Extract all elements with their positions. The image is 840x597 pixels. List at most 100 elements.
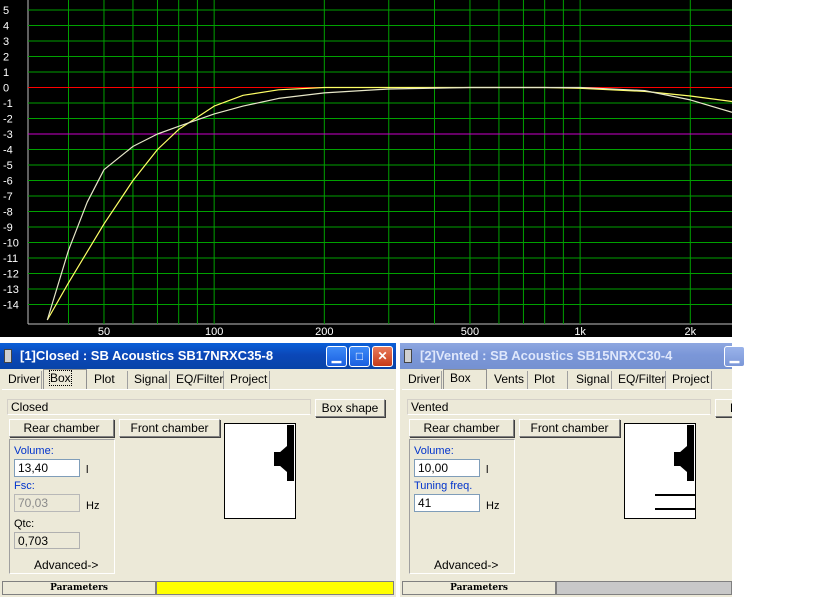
- y-tick-label: -10: [3, 238, 19, 250]
- y-tick-label: 5: [3, 5, 9, 17]
- y-tick-label: -1: [3, 98, 13, 110]
- tuning-freq-label: Tuning freq.: [414, 480, 473, 492]
- response-curve-closed: [46, 86, 732, 321]
- box-type-field: Vented: [407, 399, 711, 415]
- window1-tabs: Driver Box Plot Signal EQ/Filter Project: [0, 369, 396, 389]
- x-tick-label: 2k: [684, 326, 696, 337]
- vent-line-top: [655, 494, 695, 496]
- y-tick-label: 1: [3, 67, 9, 79]
- box-type-field: Closed: [7, 399, 311, 415]
- window2-tabs: Driver Box Vents Plot Signal EQ/Filter P…: [400, 369, 732, 389]
- volume-input[interactable]: 10,00: [414, 459, 480, 477]
- speaker-driver-icon: [274, 425, 294, 481]
- tab-label: Driver: [8, 372, 40, 386]
- tab-driver[interactable]: Driver: [402, 371, 442, 389]
- x-tick-label: 200: [315, 326, 333, 337]
- tab-plot[interactable]: Plot: [528, 371, 568, 389]
- y-tick-label: -8: [3, 207, 13, 219]
- box-shape-button[interactable]: B: [715, 399, 732, 417]
- vented-box-diagram: [624, 423, 696, 519]
- tab-eq-filter[interactable]: EQ/Filter: [170, 371, 224, 389]
- tab-project[interactable]: Project: [224, 371, 270, 389]
- tab-signal[interactable]: Signal: [128, 371, 170, 389]
- close-icon[interactable]: ✕: [372, 346, 393, 367]
- minimize-icon[interactable]: ▁: [326, 346, 347, 367]
- tab-vents[interactable]: Vents: [488, 371, 528, 389]
- tab-project[interactable]: Project: [666, 371, 712, 389]
- advanced-button[interactable]: Advanced->: [434, 558, 498, 572]
- window1-title: [1]Closed : SB Acoustics SB17NRXC35-8: [20, 348, 274, 363]
- y-tick-label: -9: [3, 222, 13, 234]
- rear-chamber-button[interactable]: Rear chamber: [9, 419, 114, 437]
- fsc-unit: Hz: [86, 500, 100, 512]
- speaker-driver-icon: [655, 425, 695, 510]
- vent-line-bottom: [655, 508, 695, 510]
- qtc-value: 0,703: [14, 532, 80, 549]
- rear-chamber-group: Volume: 10,00 l Tuning freq. 41 Hz Advan…: [409, 439, 515, 574]
- tab-eq-filter[interactable]: EQ/Filter: [612, 371, 666, 389]
- window1-titlebar[interactable]: [1]Closed : SB Acoustics SB17NRXC35-8 ▁ …: [0, 343, 396, 369]
- y-tick-label: -11: [3, 253, 18, 265]
- rear-chamber-button[interactable]: Rear chamber: [409, 419, 514, 437]
- maximize-icon[interactable]: □: [349, 346, 370, 367]
- y-tick-label: 3: [3, 36, 9, 48]
- fsc-label: Fsc:: [14, 480, 35, 492]
- closed-box-window[interactable]: [1]Closed : SB Acoustics SB17NRXC35-8 ▁ …: [0, 343, 396, 597]
- minimize-icon[interactable]: ▁: [724, 346, 745, 367]
- y-tick-label: -13: [3, 284, 19, 296]
- y-tick-label: -7: [3, 191, 13, 203]
- fsc-input: 70,03: [14, 494, 80, 512]
- tab-label: Plot: [534, 372, 555, 386]
- volume-label: Volume:: [14, 445, 54, 457]
- box-panel: Vented B Rear chamber Front chamber Volu…: [402, 389, 732, 577]
- status-indicator: [556, 581, 732, 595]
- y-tick-label: -6: [3, 176, 13, 188]
- x-tick-label: 1k: [574, 326, 586, 337]
- status-indicator: [156, 581, 394, 595]
- y-tick-label: 2: [3, 52, 9, 64]
- window2-title: [2]Vented : SB Acoustics SB15NRXC30-4: [420, 348, 673, 363]
- window1-statusbar: Parameters: [2, 581, 394, 595]
- advanced-button[interactable]: Advanced->: [34, 558, 98, 572]
- tab-label: EQ/Filter: [176, 372, 224, 386]
- tab-signal[interactable]: Signal: [570, 371, 612, 389]
- tab-label: Plot: [94, 372, 115, 386]
- status-label: Parameters: [2, 581, 156, 595]
- qtc-label: Qtc:: [14, 518, 35, 530]
- y-tick-label: 0: [3, 83, 9, 95]
- tab-driver[interactable]: Driver: [2, 371, 42, 389]
- y-tick-label: -14: [3, 300, 19, 312]
- tab-label: Box: [450, 371, 471, 385]
- y-tick-label: -3: [3, 129, 13, 141]
- tab-plot[interactable]: Plot: [88, 371, 128, 389]
- box-shape-button[interactable]: Box shape: [315, 399, 385, 417]
- closed-box-diagram: [224, 423, 296, 519]
- volume-input[interactable]: 13,40: [14, 459, 80, 477]
- tab-box[interactable]: Box: [443, 369, 487, 389]
- tuning-freq-input[interactable]: 41: [414, 494, 480, 512]
- tab-label: Driver: [408, 372, 440, 386]
- x-tick-label: 50: [98, 326, 110, 337]
- tab-label: EQ/Filter: [618, 372, 666, 386]
- tab-label: Signal: [576, 372, 610, 386]
- y-tick-label: 4: [3, 21, 9, 33]
- vented-box-window[interactable]: [2]Vented : SB Acoustics SB15NRXC30-4 ▁ …: [400, 343, 745, 597]
- rear-chamber-group: Volume: 13,40 l Fsc: 70,03 Hz Qtc: 0,703…: [9, 439, 115, 574]
- y-tick-label: -12: [3, 269, 19, 281]
- tab-label: Box: [49, 370, 72, 386]
- window2-statusbar: Parameters: [402, 581, 732, 595]
- front-chamber-button[interactable]: Front chamber: [519, 419, 620, 437]
- frequency-response-plot[interactable]: 5 4 3 2 1 0 -1 -2 -3 -4 -5 -6 -7 -8 -9 -10 -11 -12 -13 -14 5…: [0, 0, 732, 337]
- volume-unit: l: [486, 464, 489, 476]
- tab-label: Vents: [494, 372, 525, 386]
- tuning-freq-unit: Hz: [486, 500, 500, 512]
- tab-label: Project: [230, 372, 268, 386]
- front-chamber-button[interactable]: Front chamber: [119, 419, 220, 437]
- volume-label: Volume:: [414, 445, 454, 457]
- tab-label: Signal: [134, 372, 168, 386]
- tab-box[interactable]: Box: [43, 369, 87, 389]
- window2-titlebar[interactable]: [2]Vented : SB Acoustics SB15NRXC30-4 ▁: [400, 343, 745, 369]
- plot-canvas: 5 4 3 2 1 0 -1 -2 -3 -4 -5 -6 -7 -8 -9 -10 -11 -12 -13 -14 5…: [3, 0, 732, 337]
- response-curve-vented: [46, 86, 732, 321]
- tab-label: Project: [672, 372, 710, 386]
